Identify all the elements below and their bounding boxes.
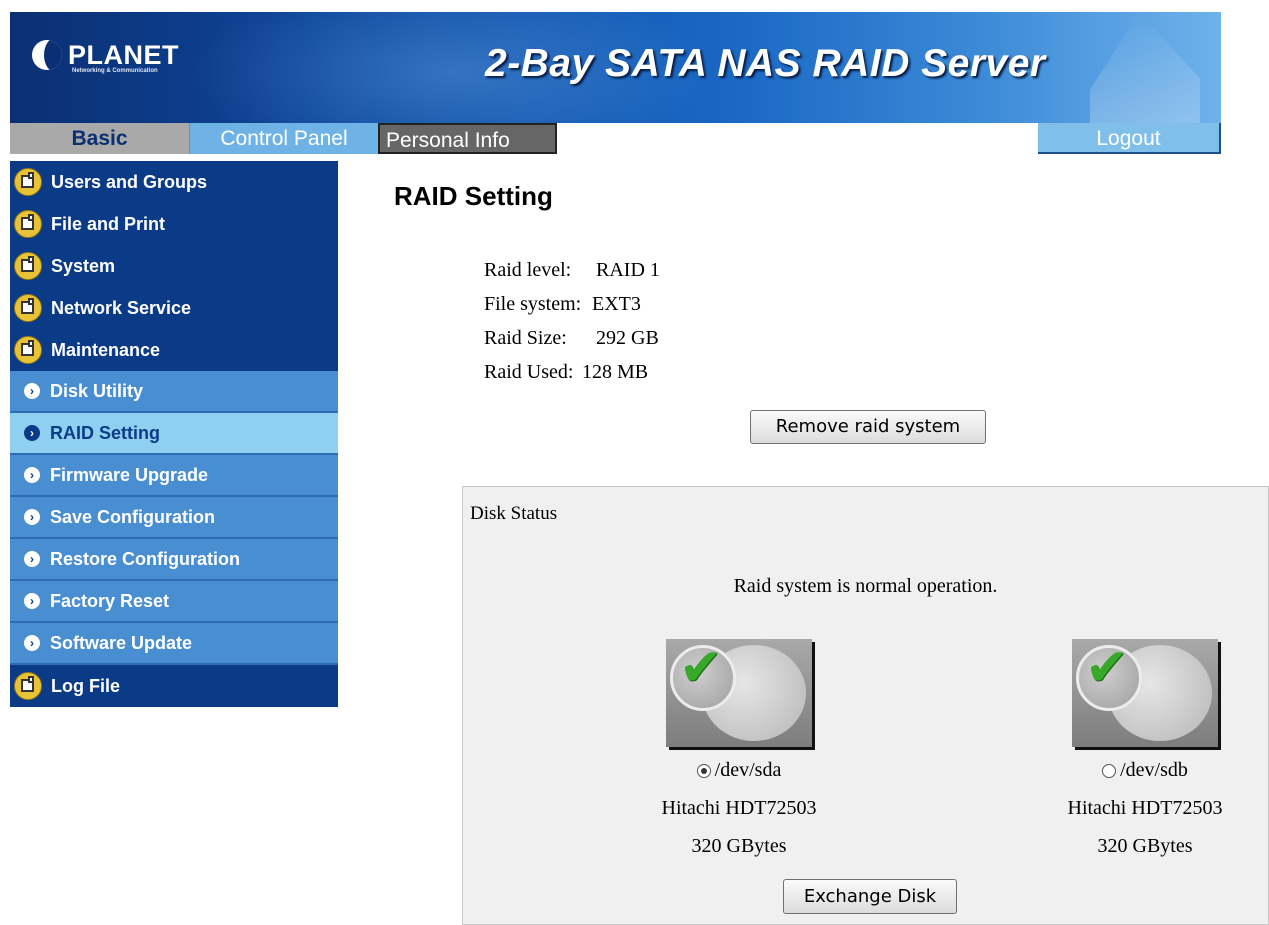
header-banner: PLANET Networking & Communication 2-Bay … xyxy=(10,12,1221,123)
sidebar-item-label: Network Service xyxy=(51,297,192,318)
hard-disk-icon xyxy=(1072,638,1218,747)
sidebar-item-disk-utility[interactable]: › Disk Utility xyxy=(10,371,338,413)
folder-icon xyxy=(14,336,42,364)
sidebar-item-label: Save Configuration xyxy=(50,506,216,527)
raid-level-label: Raid level: xyxy=(484,259,572,281)
disk-card-sda: /dev/sda Hitachi HDT72503 320 GBytes xyxy=(609,638,869,861)
sidebar-item-users-and-groups[interactable]: Users and Groups xyxy=(10,161,338,203)
disk-select-row: /dev/sda xyxy=(609,755,869,785)
raid-status-message: Raid system is normal operation. xyxy=(733,575,998,597)
raid-size-value: 292 GB xyxy=(596,327,659,349)
disk-radio-sda[interactable] xyxy=(696,764,711,779)
planet-logo: PLANET Networking & Communication xyxy=(32,40,179,74)
chevron-right-icon: › xyxy=(24,593,40,609)
chevron-right-icon: › xyxy=(24,551,40,567)
file-system-row: File system: EXT3 xyxy=(484,293,641,316)
logout-button[interactable]: Logout xyxy=(1038,123,1221,154)
chevron-right-icon: › xyxy=(24,425,40,441)
checkmark-icon xyxy=(670,638,736,711)
raid-level-value: RAID 1 xyxy=(596,259,660,281)
disk-device-name: /dev/sdb xyxy=(1120,759,1188,781)
disk-size: 320 GBytes xyxy=(691,835,787,857)
sidebar-item-label: System xyxy=(51,255,116,276)
remove-raid-system-button[interactable]: Remove raid system xyxy=(750,410,986,444)
banner-building-graphic xyxy=(1090,12,1200,123)
raid-used-row: Raid Used: 128 MB xyxy=(484,361,648,384)
disk-size: 320 GBytes xyxy=(1097,835,1193,857)
hard-disk-icon xyxy=(666,638,812,747)
sidebar-item-label: Log File xyxy=(51,675,120,696)
planet-logo-icon xyxy=(32,40,62,70)
raid-used-label: Raid Used: xyxy=(484,361,574,383)
tab-control-panel[interactable]: Control Panel xyxy=(190,123,378,154)
sidebar-item-label: Maintenance xyxy=(51,339,161,360)
sidebar-item-software-update[interactable]: › Software Update xyxy=(10,623,338,665)
sidebar-item-factory-reset[interactable]: › Factory Reset xyxy=(10,581,338,623)
folder-icon xyxy=(14,168,42,196)
raid-size-label: Raid Size: xyxy=(484,327,567,349)
sidebar-menu: Users and Groups File and Print System N… xyxy=(10,161,338,707)
sidebar-item-label: Software Update xyxy=(50,632,193,653)
disk-select-row: /dev/sdb xyxy=(1015,755,1269,785)
raid-level-row: Raid level: RAID 1 xyxy=(484,259,660,282)
sidebar-item-label: File and Print xyxy=(51,213,166,234)
folder-icon xyxy=(14,210,42,238)
sidebar-item-restore-configuration[interactable]: › Restore Configuration xyxy=(10,539,338,581)
page-title: RAID Setting xyxy=(394,181,553,211)
exchange-disk-button[interactable]: Exchange Disk xyxy=(783,879,957,914)
sidebar-item-label: Firmware Upgrade xyxy=(50,464,209,485)
disk-radio-sdb[interactable] xyxy=(1102,764,1117,779)
sidebar-item-save-configuration[interactable]: › Save Configuration xyxy=(10,497,338,539)
sidebar-item-maintenance[interactable]: Maintenance xyxy=(10,329,338,371)
chevron-right-icon: › xyxy=(24,635,40,651)
folder-icon xyxy=(14,294,42,322)
sidebar-item-label: Users and Groups xyxy=(51,171,208,192)
chevron-right-icon: › xyxy=(24,509,40,525)
folder-icon xyxy=(14,672,42,700)
tab-basic[interactable]: Basic xyxy=(10,123,190,154)
sidebar-item-label: Factory Reset xyxy=(50,590,170,611)
product-title: 2-Bay SATA NAS RAID Server xyxy=(485,42,1046,85)
raid-used-value: 128 MB xyxy=(582,361,649,383)
sidebar-item-file-and-print[interactable]: File and Print xyxy=(10,203,338,245)
tab-personal-info[interactable]: Personal Info xyxy=(378,123,557,154)
sidebar-item-system[interactable]: System xyxy=(10,245,338,287)
sidebar-item-log-file[interactable]: Log File xyxy=(10,665,338,707)
disk-device-name: /dev/sda xyxy=(714,759,782,781)
chevron-right-icon: › xyxy=(24,383,40,399)
disk-card-sdb: /dev/sdb Hitachi HDT72503 320 GBytes xyxy=(1015,638,1269,861)
chevron-right-icon: › xyxy=(24,467,40,483)
sidebar-item-firmware-upgrade[interactable]: › Firmware Upgrade xyxy=(10,455,338,497)
file-system-value: EXT3 xyxy=(592,293,641,315)
disk-model: Hitachi HDT72503 xyxy=(1067,797,1223,819)
checkmark-icon xyxy=(1076,638,1142,711)
sidebar-item-network-service[interactable]: Network Service xyxy=(10,287,338,329)
sidebar-item-label: RAID Setting xyxy=(50,422,160,443)
disk-status-panel: Disk Status Raid system is normal operat… xyxy=(462,486,1269,925)
sidebar-item-label: Restore Configuration xyxy=(50,548,241,569)
logo-name: PLANET xyxy=(68,40,179,70)
top-nav: Basic Control Panel Personal Info Logout xyxy=(10,123,1221,157)
sidebar-item-label: Disk Utility xyxy=(50,380,144,401)
raid-size-row: Raid Size: 292 GB xyxy=(484,327,659,350)
file-system-label: File system: xyxy=(484,293,582,315)
sidebar-item-raid-setting[interactable]: › RAID Setting xyxy=(10,413,338,455)
disk-model: Hitachi HDT72503 xyxy=(661,797,817,819)
logo-tagline: Networking & Communication xyxy=(72,68,158,74)
folder-icon xyxy=(14,252,42,280)
disk-status-label: Disk Status xyxy=(470,503,558,524)
